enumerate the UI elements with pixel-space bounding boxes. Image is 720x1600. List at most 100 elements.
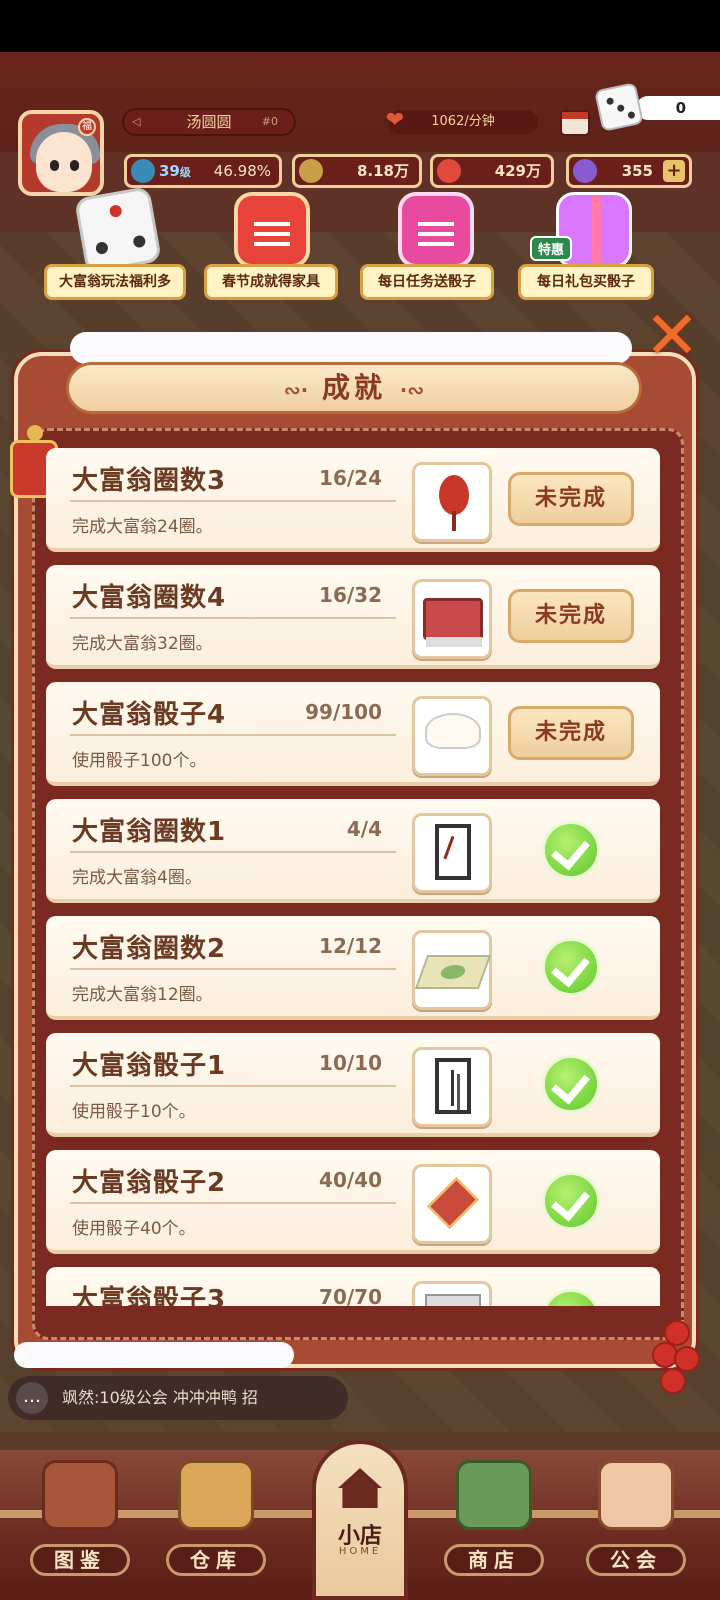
heart-icon: [437, 159, 461, 183]
chat-bubble-icon: …: [16, 1382, 48, 1414]
rug-icon: [414, 955, 492, 989]
nav-sublabel: HOME: [338, 1546, 382, 1557]
panel-title-bar: ∾· 成就 ·∾: [66, 362, 642, 414]
gem-icon: [573, 159, 597, 183]
couple-icon: [598, 1460, 674, 1530]
level-stat[interactable]: 39级 46.98%: [124, 154, 282, 188]
heart-icon: ❤: [385, 108, 405, 133]
achievement-card: 大富翁圈数3 16/24 完成大富翁24圈。 未完成: [46, 448, 660, 552]
snow-decoration: [70, 332, 632, 364]
bun-cushion-icon: [419, 713, 489, 765]
check-icon: [542, 821, 600, 879]
check-icon: [542, 1055, 600, 1113]
incomplete-button[interactable]: 未完成: [508, 472, 634, 526]
achievement-title: 大富翁圈数2: [72, 934, 227, 964]
achievement-title: 大富翁骰子3: [72, 1285, 227, 1306]
nav-item-warehouse[interactable]: 仓库: [156, 1460, 276, 1580]
achievement-progress: 16/32: [319, 583, 382, 607]
tree-painting-icon: [439, 475, 469, 531]
nav-item-home[interactable]: 小店 HOME: [312, 1440, 408, 1600]
achievement-desc: 完成大富翁12圈。: [72, 985, 213, 1005]
gems-stat[interactable]: 355 +: [566, 154, 692, 188]
player-avatar[interactable]: 福: [18, 110, 104, 196]
add-gems-button[interactable]: +: [663, 160, 685, 182]
achievement-progress: 70/70: [319, 1285, 382, 1306]
incomplete-button[interactable]: 未完成: [508, 706, 634, 760]
check-icon: [542, 938, 600, 996]
achievement-card: 大富翁骰子3 70/70: [46, 1267, 660, 1306]
achievement-title: 大富翁骰子2: [72, 1168, 227, 1198]
calendar-pink-icon[interactable]: [398, 192, 474, 268]
book-icon: [42, 1460, 118, 1530]
check-icon: [542, 1172, 600, 1230]
achievement-card: 大富翁骰子1 10/10 使用骰子10个。: [46, 1033, 660, 1137]
check-icon: [542, 1289, 600, 1306]
status-bar: [0, 0, 720, 52]
reward-thumbnail[interactable]: [412, 1281, 492, 1306]
hearts-value: 429万: [494, 162, 541, 180]
chat-bar[interactable]: … 飒然:10级公会 冲冲冲鸭 招: [8, 1376, 348, 1420]
ornament-right-icon: ·∾: [399, 378, 425, 402]
reward-thumbnail[interactable]: [412, 1047, 492, 1127]
achievement-progress: 10/10: [319, 1051, 382, 1075]
achievement-desc: 使用骰子10个。: [72, 1102, 196, 1122]
nav-label: 公会: [586, 1544, 686, 1576]
level-unit: 级: [179, 166, 191, 179]
reward-thumbnail[interactable]: [412, 813, 492, 893]
achievement-title: 大富翁圈数1: [72, 817, 227, 847]
bamboo-frame-icon: [435, 1058, 471, 1114]
dice-icon[interactable]: [594, 82, 644, 132]
nav-label: 商店: [444, 1544, 544, 1576]
reward-thumbnail[interactable]: [412, 930, 492, 1010]
promo-button-daily-tasks[interactable]: 每日任务送骰子: [360, 264, 494, 300]
panel-title: 成就: [321, 371, 386, 404]
level-progress: 46.98%: [213, 162, 271, 180]
nav-item-collection[interactable]: 图鉴: [20, 1460, 140, 1580]
achievement-card: 大富翁圈数1 4/4 完成大富翁4圈。: [46, 799, 660, 903]
achievement-progress: 12/12: [319, 934, 382, 958]
firecracker-icon: [650, 1290, 706, 1400]
shop-icon: [456, 1460, 532, 1530]
achievement-title: 大富翁骰子1: [72, 1051, 227, 1081]
promo-button-daily-pack[interactable]: 每日礼包买骰子: [518, 264, 654, 300]
gems-value: 355: [621, 162, 653, 180]
nav-item-shop[interactable]: 商店: [434, 1460, 554, 1580]
close-button[interactable]: ✕: [640, 303, 704, 370]
dice-icon[interactable]: [73, 185, 163, 275]
achievement-progress: 40/40: [319, 1168, 382, 1192]
calendar-red-icon[interactable]: [234, 192, 310, 268]
achievement-desc: 完成大富翁24圈。: [72, 517, 213, 537]
coin-value: 8.18万: [356, 162, 409, 180]
coin-icon: [299, 159, 323, 183]
plum-frame-icon: [435, 824, 471, 880]
coin-stat[interactable]: 8.18万: [292, 154, 422, 188]
promo-button-monopoly[interactable]: 大富翁玩法福利多: [44, 264, 186, 300]
fu-sign-icon: [426, 1176, 480, 1230]
reward-thumbnail[interactable]: [412, 1164, 492, 1244]
reward-thumbnail[interactable]: [412, 696, 492, 776]
nav-label: 仓库: [166, 1544, 266, 1576]
reward-thumbnail[interactable]: [412, 462, 492, 542]
calendar-icon[interactable]: [560, 110, 590, 136]
achievement-progress: 16/24: [319, 466, 382, 490]
cabinet-icon: [423, 598, 483, 647]
hearts-stat[interactable]: 429万: [430, 154, 554, 188]
player-name-pill[interactable]: ◁ 汤圆圆 #0: [122, 108, 296, 136]
player-rank: #0: [261, 115, 278, 128]
achievement-list[interactable]: 大富翁圈数3 16/24 完成大富翁24圈。 未完成 大富翁圈数4 16/32 …: [46, 448, 662, 1306]
achievement-card: 大富翁圈数4 16/32 完成大富翁32圈。 未完成: [46, 565, 660, 669]
achievement-desc: 使用骰子100个。: [72, 751, 207, 771]
heart-rate-value: 1062/分钟: [431, 114, 495, 129]
snow-decoration: [14, 1342, 294, 1368]
special-offer-badge: 特惠: [530, 236, 573, 261]
achievement-title: 大富翁圈数4: [72, 583, 227, 613]
nav-label: 图鉴: [30, 1544, 130, 1576]
nav-item-guild[interactable]: 公会: [576, 1460, 696, 1580]
achievement-card: 大富翁圈数2 12/12 完成大富翁12圈。: [46, 916, 660, 1020]
reward-thumbnail[interactable]: [412, 579, 492, 659]
achievement-desc: 完成大富翁32圈。: [72, 634, 213, 654]
achievement-title: 大富翁圈数3: [72, 466, 227, 496]
promo-button-spring-festival[interactable]: 春节成就得家具: [204, 264, 338, 300]
achievement-desc: 使用骰子40个。: [72, 1219, 196, 1239]
incomplete-button[interactable]: 未完成: [508, 589, 634, 643]
